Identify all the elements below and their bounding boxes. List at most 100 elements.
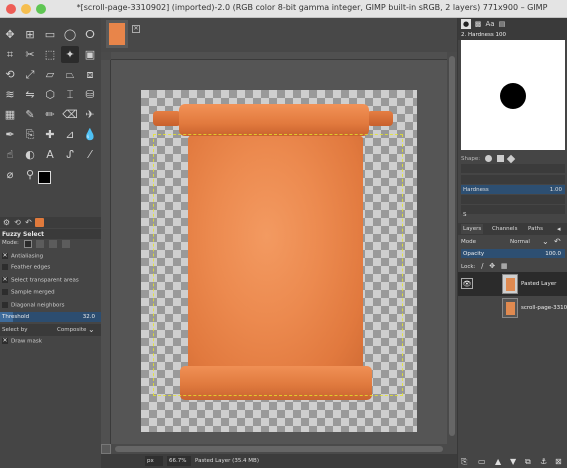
draw-mask-option[interactable]: ✕ Draw mask <box>2 338 42 345</box>
tab-layers[interactable]: Layers <box>461 224 484 234</box>
rotate-tool-icon[interactable]: ⟲ <box>1 66 19 83</box>
move-tool-icon[interactable]: ✥ <box>1 26 19 43</box>
eraser-tool-icon[interactable]: ⌫ <box>61 106 79 123</box>
new-layer-icon[interactable]: ⎘ <box>461 457 467 467</box>
select-transparent-checkbox[interactable]: ✕ <box>2 277 8 283</box>
foreground-select-icon[interactable]: ⬚ <box>41 46 59 63</box>
documents-tab-icon[interactable]: ▤ <box>497 19 507 29</box>
vertical-scrollbar[interactable] <box>447 52 457 444</box>
sample-merged-option[interactable]: Sample merged <box>2 289 55 296</box>
mode-subtract-icon[interactable] <box>49 240 58 248</box>
tab-paths[interactable]: Paths <box>526 224 545 234</box>
zoom-fit-icon[interactable] <box>447 444 457 454</box>
tool-options-tab-icon[interactable]: ⚙ <box>2 218 11 227</box>
layer-mode-dropdown[interactable]: Normal <box>510 239 530 245</box>
brushes-tab-icon[interactable]: ● <box>461 19 471 29</box>
ink-tool-icon[interactable]: ✒ <box>1 126 19 143</box>
layer-row-scroll-page[interactable]: scroll-page-331090 <box>458 296 567 320</box>
airbrush-tool-icon[interactable]: ✈ <box>81 106 99 123</box>
spikes-slider[interactable] <box>461 175 565 184</box>
gradient-tool-icon[interactable]: ▦ <box>1 106 19 123</box>
cage-transform-icon[interactable]: ⬡ <box>41 86 59 103</box>
images-tab-icon[interactable] <box>35 218 44 227</box>
lock-pixels-icon[interactable]: / <box>481 262 483 270</box>
color-picker-icon[interactable]: ⁄ <box>81 146 99 163</box>
chevron-down-icon[interactable]: ⌄ <box>88 325 95 334</box>
reset-mode-icon[interactable]: ↶ <box>554 237 561 246</box>
feather-checkbox[interactable] <box>2 264 8 270</box>
hardness-slider[interactable]: Hardness 1.00 <box>461 185 565 194</box>
radius-slider[interactable] <box>461 164 565 173</box>
3d-transform-icon[interactable]: ⧈ <box>81 66 99 83</box>
anchor-layer-icon[interactable]: ⚓ <box>540 457 547 466</box>
heal-tool-icon[interactable]: ✚ <box>41 126 59 143</box>
device-status-tab-icon[interactable]: ⟲ <box>13 218 22 227</box>
antialiasing-checkbox[interactable]: ✕ <box>2 253 8 259</box>
diagonal-neighbors-checkbox[interactable] <box>2 302 8 308</box>
vertical-ruler[interactable] <box>101 60 111 444</box>
circle-shape-icon[interactable] <box>484 155 492 162</box>
pencil-tool-icon[interactable]: ✎ <box>21 106 39 123</box>
horizontal-scrollbar[interactable] <box>111 444 447 454</box>
bucket-fill-icon[interactable]: ⛁ <box>81 86 99 103</box>
lower-layer-icon[interactable]: ▼ <box>510 457 516 466</box>
warp-transform-icon[interactable]: ≋ <box>1 86 19 103</box>
crop-tool-icon[interactable]: ⌗ <box>1 46 19 63</box>
draw-mask-checkbox[interactable]: ✕ <box>2 338 8 344</box>
visibility-toggle[interactable] <box>461 302 473 313</box>
select-transparent-option[interactable]: ✕ Select transparent areas <box>2 277 79 284</box>
dodge-burn-icon[interactable]: ◐ <box>21 146 39 163</box>
close-window-button[interactable] <box>6 4 16 14</box>
navigate-icon[interactable] <box>101 444 111 454</box>
ruler-corner[interactable] <box>101 52 111 60</box>
foreground-color[interactable] <box>38 171 51 184</box>
antialiasing-option[interactable]: ✕ Antialiasing <box>2 253 43 260</box>
select-by-dropdown[interactable]: Composite <box>57 327 86 333</box>
smudge-tool-icon[interactable]: ☝ <box>1 146 19 163</box>
fonts-tab-icon[interactable]: Aa <box>485 19 495 29</box>
opacity-slider[interactable]: Opacity 100.0 <box>461 249 565 258</box>
zoom-window-button[interactable] <box>36 4 46 14</box>
tab-channels[interactable]: Channels <box>490 224 519 234</box>
lock-position-icon[interactable]: ✥ <box>489 262 495 270</box>
aspect-ratio-slider[interactable] <box>461 195 565 204</box>
rect-select-icon[interactable]: ▭ <box>41 26 59 43</box>
chevron-down-icon[interactable]: ⌄ <box>542 237 549 246</box>
color-select-icon[interactable]: ▣ <box>81 46 99 63</box>
shear-tool-icon[interactable]: ▱ <box>41 66 59 83</box>
align-tool-icon[interactable]: ⊞ <box>21 26 39 43</box>
text-cursor-icon[interactable]: ⌶ <box>61 86 79 103</box>
diamond-shape-icon[interactable] <box>507 154 516 163</box>
mode-replace-icon[interactable] <box>23 240 32 248</box>
eye-icon[interactable]: 👁 <box>461 278 473 289</box>
layer-row-pasted[interactable]: 👁 Pasted Layer <box>458 272 567 296</box>
perspective-tool-icon[interactable]: ⏢ <box>61 66 79 83</box>
patterns-tab-icon[interactable]: ▩ <box>473 19 483 29</box>
spacing-row[interactable]: S <box>461 210 565 219</box>
horizontal-ruler[interactable] <box>111 52 447 60</box>
ellipse-select-icon[interactable]: ◯ <box>61 26 79 43</box>
minimize-window-button[interactable] <box>21 4 31 14</box>
mode-add-icon[interactable] <box>36 240 45 248</box>
scissors-select-icon[interactable]: ✂ <box>21 46 39 63</box>
free-select-icon[interactable]: ⵔ <box>81 26 99 43</box>
undo-history-tab-icon[interactable]: ↶ <box>24 218 33 227</box>
paintbrush-tool-icon[interactable]: ✏ <box>41 106 59 123</box>
scale-tool-icon[interactable]: ⤢ <box>21 66 39 83</box>
blur-tool-icon[interactable]: 💧 <box>81 126 99 143</box>
lock-alpha-icon[interactable]: ▦ <box>501 262 508 270</box>
fuzzy-select-icon[interactable]: ✦ <box>61 46 79 63</box>
diagonal-neighbors-option[interactable]: Diagonal neighbors <box>2 302 64 309</box>
feather-option[interactable]: Feather edges <box>2 264 50 271</box>
paths-tool-icon[interactable]: ᔑ <box>61 146 79 163</box>
threshold-slider[interactable]: Threshold 32.0 <box>0 312 101 322</box>
image-tab-thumbnail[interactable] <box>106 20 128 48</box>
measure-tool-icon[interactable]: ⌀ <box>1 166 19 183</box>
duplicate-layer-icon[interactable]: ⧉ <box>525 457 531 467</box>
image-canvas[interactable] <box>111 60 447 444</box>
delete-layer-icon[interactable]: ⊠ <box>555 457 562 466</box>
close-icon[interactable]: ✕ <box>132 25 140 33</box>
raise-layer-icon[interactable]: ▲ <box>495 457 501 466</box>
sample-merged-checkbox[interactable] <box>2 289 8 295</box>
mode-intersect-icon[interactable] <box>61 240 70 248</box>
